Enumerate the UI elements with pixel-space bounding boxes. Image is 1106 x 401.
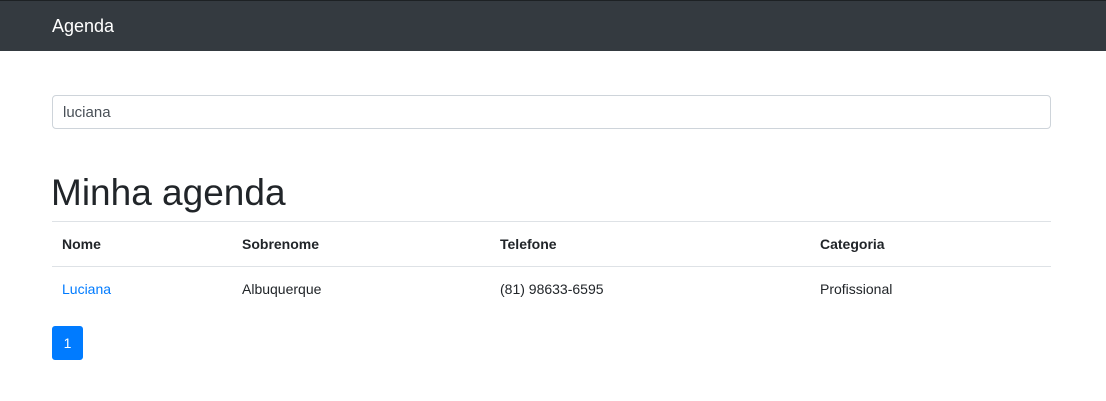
column-header-categoria: Categoria	[810, 221, 1051, 267]
cell-sobrenome: Albuquerque	[232, 266, 490, 312]
table-header-row: Nome Sobrenome Telefone Categoria	[52, 221, 1051, 267]
table-row: Luciana Albuquerque (81) 98633-6595 Prof…	[52, 266, 1051, 312]
navbar: Agenda	[0, 0, 1106, 51]
column-header-nome: Nome	[52, 221, 232, 267]
cell-telefone: (81) 98633-6595	[490, 266, 810, 312]
search-input[interactable]	[52, 95, 1051, 129]
cell-categoria: Profissional	[810, 266, 1051, 312]
column-header-telefone: Telefone	[490, 221, 810, 267]
cell-nome: Luciana	[52, 266, 232, 312]
contacts-table: Nome Sobrenome Telefone Categoria Lucian…	[52, 221, 1051, 312]
pagination-page-button[interactable]: 1	[52, 326, 83, 360]
navbar-brand[interactable]: Agenda	[52, 15, 114, 37]
contact-name-link[interactable]: Luciana	[62, 281, 111, 297]
page-title: Minha agenda	[51, 172, 286, 213]
column-header-sobrenome: Sobrenome	[232, 221, 490, 267]
